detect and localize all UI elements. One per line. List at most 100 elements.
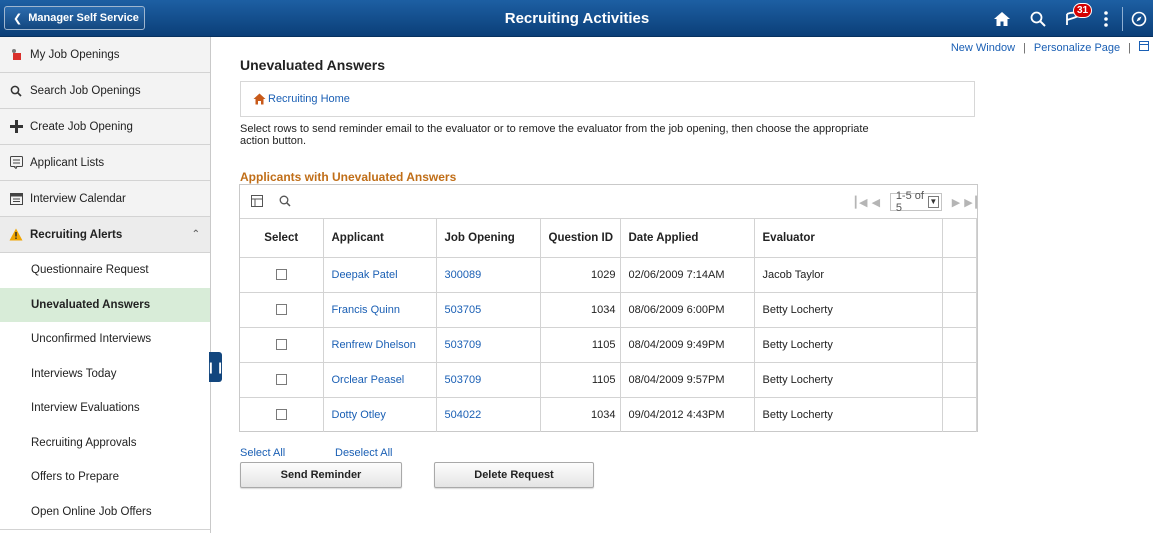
find-icon[interactable]	[279, 195, 291, 210]
sidebar-subitem-open-online-job-offers[interactable]: Open Online Job Offers	[0, 494, 210, 529]
search-icon[interactable]	[1020, 0, 1056, 37]
applicant-link[interactable]: Francis Quinn	[332, 304, 400, 316]
sidebar-subitem-offers-to-prepare[interactable]: Offers to Prepare	[0, 460, 210, 495]
sidebar-item-label: Interview Calendar	[30, 192, 126, 205]
home-icon[interactable]	[984, 0, 1020, 37]
sidebar-subitem-recruiting-approvals[interactable]: Recruiting Approvals	[0, 425, 210, 460]
applicant-link[interactable]: Orclear Peasel	[332, 374, 405, 386]
link-separator: |	[1023, 41, 1026, 54]
sidebar-subitem-unevaluated-answers[interactable]: Unevaluated Answers	[0, 287, 210, 322]
sidebar-subitem-unconfirmed-interviews[interactable]: Unconfirmed Interviews	[0, 322, 210, 357]
sidebar-item-my-job-openings[interactable]: My Job Openings	[0, 37, 210, 73]
notifications-icon[interactable]: 31	[1056, 0, 1093, 37]
collapse-panel-handle[interactable]: ❙❙	[206, 352, 225, 382]
row-select-checkbox[interactable]	[275, 339, 287, 351]
date-applied-cell: 08/04/2009 9:49PM	[620, 327, 755, 363]
table-row: Dotty Otley 504022 1034 09/04/2012 4:43P…	[240, 397, 977, 432]
job-opening-link[interactable]: 504022	[445, 409, 482, 421]
column-header: Evaluator	[754, 219, 943, 258]
job-opening-cell: 504022	[436, 397, 541, 432]
page-range-select[interactable]: 1-5 of 5 ▼	[889, 190, 942, 214]
notification-count-badge: 31	[1073, 3, 1093, 18]
table-row: Renfrew Dhelson 503709 1105 08/04/2009 9…	[240, 327, 977, 363]
spacer-cell	[942, 292, 977, 328]
job-opening-link[interactable]: 503709	[445, 339, 482, 351]
back-button[interactable]: ❮ Manager Self Service	[4, 6, 145, 30]
question-id-cell: 1034	[540, 397, 621, 432]
last-page-icon[interactable]: ▶┃	[964, 196, 980, 209]
job-opening-cell: 300089	[436, 257, 541, 293]
select-all-link[interactable]: Select All	[240, 447, 285, 459]
banner-divider	[1122, 6, 1123, 31]
top-banner: ❮ Manager Self Service Recruiting Activi…	[0, 0, 1153, 37]
column-header: Select	[240, 219, 324, 258]
evaluator-cell: Betty Locherty	[754, 397, 943, 432]
evaluator-cell: Jacob Taylor	[754, 257, 943, 293]
send-reminder-button[interactable]: Send Reminder	[240, 462, 402, 488]
back-button-label: Manager Self Service	[28, 12, 139, 24]
spacer-cell	[942, 257, 977, 293]
deselect-all-link[interactable]: Deselect All	[335, 447, 392, 459]
select-cell	[240, 397, 324, 432]
sidebar-item-applicant-lists[interactable]: Applicant Lists	[0, 145, 210, 181]
actions-menu-icon[interactable]	[1092, 0, 1120, 37]
sidebar-subitem-label: Interview Evaluations	[31, 402, 140, 415]
next-page-icon[interactable]: ▶	[948, 196, 964, 209]
column-header: Question ID	[540, 219, 621, 258]
chevron-up-icon[interactable]: ⌃	[192, 229, 200, 240]
job-opening-link[interactable]: 503705	[445, 304, 482, 316]
delete-request-button[interactable]: Delete Request	[434, 462, 594, 488]
link-separator: |	[1128, 41, 1131, 54]
date-applied-cell: 09/04/2012 4:43PM	[620, 397, 755, 432]
select-cell	[240, 292, 324, 328]
applicant-cell: Renfrew Dhelson	[323, 327, 437, 363]
first-page-icon[interactable]: ┃◀	[852, 196, 868, 209]
sidebar-subitem-label: Unevaluated Answers	[31, 298, 151, 311]
date-applied-cell: 02/06/2009 7:14AM	[620, 257, 755, 293]
previous-page-icon[interactable]: ◀	[868, 196, 884, 209]
grid-toolbar: ┃◀ ◀ 1-5 of 5 ▼ ▶ ▶┃	[240, 185, 980, 219]
job-opening-link[interactable]: 300089	[445, 269, 482, 281]
plus-icon	[9, 120, 23, 134]
sidebar-group-recruiting-alerts[interactable]: Recruiting Alerts ⌃	[0, 217, 210, 253]
row-select-checkbox[interactable]	[275, 409, 287, 421]
sidebar-item-search-job-openings[interactable]: Search Job Openings	[0, 73, 210, 109]
applicant-link[interactable]: Dotty Otley	[332, 409, 386, 421]
sidebar-item-create-job-opening[interactable]: Create Job Opening	[0, 109, 210, 145]
sidebar-subitem-label: Open Online Job Offers	[31, 505, 152, 518]
left-navigation-panel: My Job Openings Search Job Openings Crea…	[0, 37, 211, 537]
sidebar-subitem-label: Unconfirmed Interviews	[31, 333, 152, 346]
personalize-page-link[interactable]: Personalize Page	[1034, 42, 1120, 54]
row-select-checkbox[interactable]	[275, 269, 287, 281]
recruiting-home-link[interactable]: Recruiting Home	[268, 93, 350, 105]
table-row: Francis Quinn 503705 1034 08/06/2009 6:0…	[240, 292, 977, 328]
sidebar-item-interview-calendar[interactable]: Interview Calendar	[0, 181, 210, 217]
sidebar-subitem-interview-evaluations[interactable]: Interview Evaluations	[0, 391, 210, 426]
sidebar-subitem-interviews-today[interactable]: Interviews Today	[0, 356, 210, 391]
help-icon[interactable]	[1139, 41, 1149, 54]
navbar-icon[interactable]	[1125, 0, 1153, 37]
applicant-link[interactable]: Renfrew Dhelson	[332, 339, 416, 351]
chevron-left-icon: ❮	[13, 12, 23, 25]
chevron-down-icon: ▼	[927, 196, 939, 208]
row-select-checkbox[interactable]	[275, 304, 287, 316]
select-cell	[240, 362, 324, 398]
new-window-link[interactable]: New Window	[951, 42, 1015, 54]
search-icon	[9, 84, 23, 98]
select-cell	[240, 257, 324, 293]
pause-icon: ❙❙	[206, 361, 225, 374]
row-select-checkbox[interactable]	[275, 374, 287, 386]
grid-title: Applicants with Unevaluated Answers	[240, 170, 457, 184]
job-opening-link[interactable]: 503709	[445, 374, 482, 386]
question-id-cell: 1105	[540, 327, 621, 363]
sidebar-subitem-questionnaire-request[interactable]: Questionnaire Request	[0, 253, 210, 288]
applicant-list-icon	[9, 156, 23, 170]
personalize-grid-icon[interactable]	[251, 195, 263, 210]
table-header-row: Select Applicant Job Opening Question ID…	[240, 219, 977, 258]
table-row: Deepak Patel 300089 1029 02/06/2009 7:14…	[240, 257, 977, 293]
column-header: Date Applied	[620, 219, 755, 258]
applicant-link[interactable]: Deepak Patel	[332, 269, 398, 281]
page-banner-title: Recruiting Activities	[504, 10, 650, 27]
warning-icon	[9, 228, 23, 242]
job-opening-cell: 503705	[436, 292, 541, 328]
